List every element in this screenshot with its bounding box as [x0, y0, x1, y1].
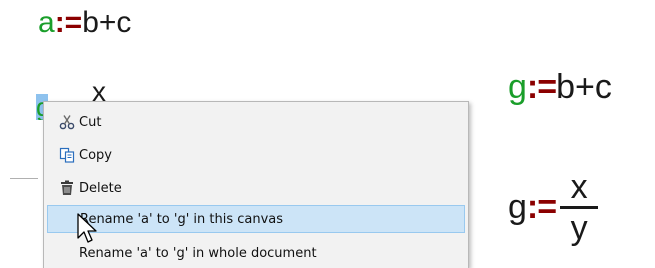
- menu-item-rename-document[interactable]: Rename 'a' to 'g' in whole document: [47, 239, 465, 267]
- fraction-bar-partial: [10, 178, 38, 179]
- mouse-pointer-icon: [77, 213, 97, 243]
- fraction[interactable]: x y: [560, 170, 599, 245]
- variable-g[interactable]: g: [508, 188, 527, 227]
- expression-a-definition[interactable]: a := b+c: [38, 6, 131, 40]
- variable-a[interactable]: a: [38, 6, 55, 40]
- menu-item-label: Copy: [79, 147, 112, 163]
- menu-item-copy[interactable]: Copy: [47, 141, 465, 169]
- expression-rhs[interactable]: b+c: [82, 6, 131, 40]
- menu-item-label: Cut: [79, 114, 102, 130]
- menu-item-label: Rename 'a' to 'g' in whole document: [79, 245, 317, 261]
- menu-item-label: Delete: [79, 180, 122, 196]
- trash-icon: [61, 180, 73, 195]
- assign-operator: :=: [526, 68, 557, 106]
- fraction-numerator[interactable]: x: [571, 170, 588, 204]
- fraction-denominator[interactable]: y: [571, 211, 588, 245]
- expression-g-fraction[interactable]: g := x y: [508, 170, 599, 245]
- menu-item-rename-canvas[interactable]: Rename 'a' to 'g' in this canvas: [47, 205, 465, 233]
- menu-item-delete[interactable]: Delete: [47, 174, 465, 202]
- menu-item-cut[interactable]: Cut: [47, 108, 465, 136]
- copy-icon: [59, 147, 75, 163]
- scissors-icon: [59, 115, 75, 130]
- variable-g[interactable]: g: [508, 68, 527, 107]
- menu-item-label: Rename 'a' to 'g' in this canvas: [80, 211, 284, 227]
- assign-operator: :=: [54, 6, 83, 39]
- expression-g-definition[interactable]: g := b+c: [508, 68, 612, 107]
- context-menu: Cut Copy Delete Rename 'a' to 'g' in thi…: [43, 101, 469, 268]
- assign-operator: :=: [526, 188, 557, 226]
- expression-rhs[interactable]: b+c: [556, 68, 612, 107]
